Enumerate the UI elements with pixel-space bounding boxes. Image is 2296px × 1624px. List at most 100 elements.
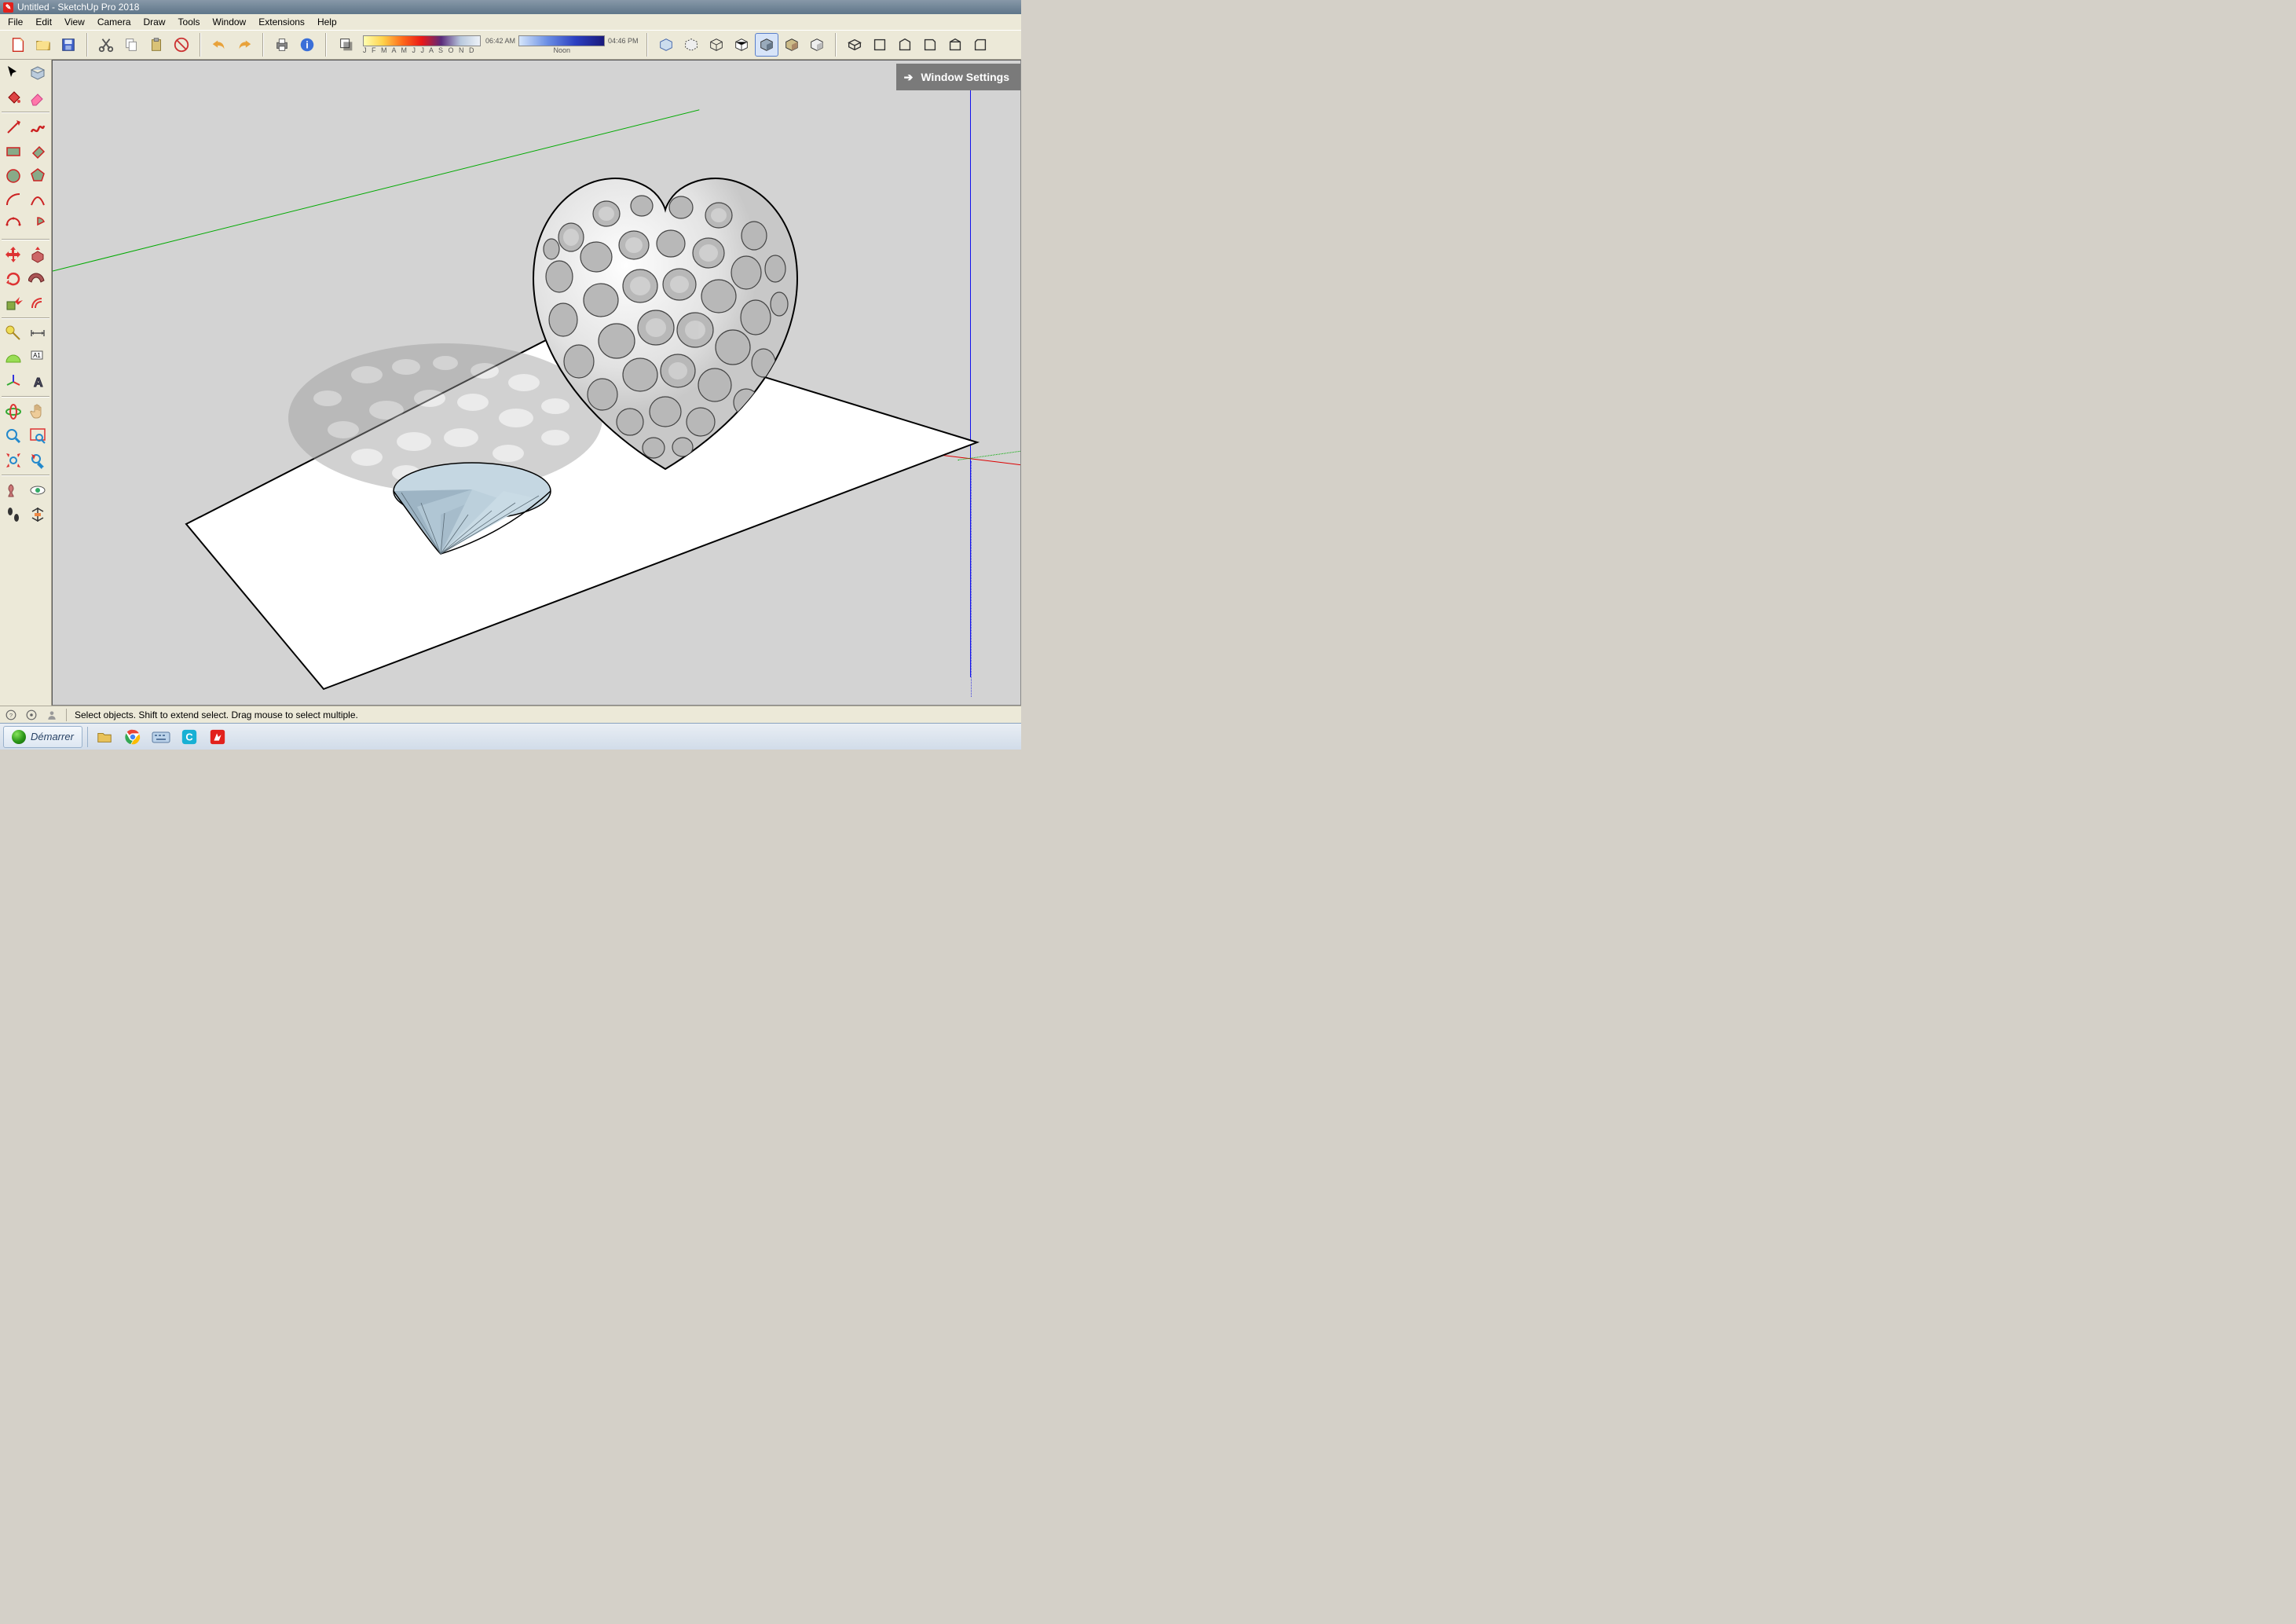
3point-arc-tool[interactable] <box>2 213 25 236</box>
paint-bucket-tool[interactable] <box>2 86 25 109</box>
circle-tool[interactable] <box>2 164 25 188</box>
pie-tool[interactable] <box>26 213 49 236</box>
look-around-tool[interactable] <box>26 478 49 502</box>
iso-view-button[interactable] <box>843 33 866 57</box>
new-file-button[interactable] <box>6 33 30 57</box>
pan-tool[interactable] <box>26 400 49 423</box>
shaded-textures-style-button[interactable] <box>780 33 804 57</box>
arrow-right-icon: ➔ <box>904 71 914 84</box>
select-tool[interactable] <box>2 61 25 85</box>
axes-tool[interactable] <box>2 370 25 394</box>
undo-button[interactable] <box>207 33 231 57</box>
window-settings-panel[interactable]: ➔ Window Settings <box>896 64 1020 90</box>
walk-tool[interactable] <box>2 503 25 526</box>
rotated-rectangle-tool[interactable] <box>26 140 49 163</box>
left-view-button[interactable] <box>969 33 992 57</box>
menu-tools[interactable]: Tools <box>172 15 207 29</box>
taskbar-chrome-icon[interactable] <box>121 726 145 748</box>
zoom-window-tool[interactable] <box>26 424 49 448</box>
print-button[interactable] <box>270 33 294 57</box>
cut-button[interactable] <box>94 33 118 57</box>
orbit-tool[interactable] <box>2 400 25 423</box>
hiddenline-style-button[interactable] <box>730 33 753 57</box>
style-toolbar <box>651 33 832 57</box>
backedges-style-button[interactable] <box>679 33 703 57</box>
title-bar: ✎ Untitled - SketchUp Pro 2018 <box>0 0 1021 14</box>
windows-orb-icon <box>12 730 26 744</box>
freehand-tool[interactable] <box>26 115 49 139</box>
xray-style-button[interactable] <box>654 33 678 57</box>
time-slider[interactable] <box>518 35 605 46</box>
line-tool[interactable] <box>2 115 25 139</box>
month-labels: J F M A M J J A S O N D <box>363 46 481 54</box>
zoom-tool[interactable] <box>2 424 25 448</box>
svg-text:C: C <box>185 731 192 742</box>
2point-arc-tool[interactable] <box>26 189 49 212</box>
make-component-tool[interactable] <box>26 61 49 85</box>
start-button[interactable]: Démarrer <box>3 726 82 748</box>
menu-draw[interactable]: Draw <box>137 15 172 29</box>
person-icon[interactable] <box>46 709 58 721</box>
zoom-extents-tool[interactable] <box>2 449 25 472</box>
status-text: Select objects. Shift to extend select. … <box>75 709 358 720</box>
shadow-toggle-button[interactable] <box>335 33 358 57</box>
svg-text:A1: A1 <box>33 352 41 359</box>
right-view-button[interactable] <box>918 33 942 57</box>
dimension-tool[interactable] <box>26 321 49 345</box>
followme-tool[interactable] <box>26 267 49 291</box>
polygon-tool[interactable] <box>26 164 49 188</box>
taskbar-explorer-icon[interactable] <box>93 726 116 748</box>
arc-tool[interactable] <box>2 189 25 212</box>
open-file-button[interactable] <box>31 33 55 57</box>
back-view-button[interactable] <box>943 33 967 57</box>
wireframe-style-button[interactable] <box>705 33 728 57</box>
section-plane-tool[interactable] <box>26 503 49 526</box>
taskbar-app-c-icon[interactable]: C <box>178 726 201 748</box>
menu-edit[interactable]: Edit <box>29 15 58 29</box>
model-info-button[interactable]: i <box>295 33 319 57</box>
redo-button[interactable] <box>233 33 256 57</box>
menu-window[interactable]: Window <box>207 15 253 29</box>
windows-taskbar: Démarrer C <box>0 723 1021 750</box>
save-file-button[interactable] <box>57 33 80 57</box>
menu-camera[interactable]: Camera <box>91 15 137 29</box>
heart-voronoi-model <box>516 151 815 481</box>
paste-button[interactable] <box>145 33 168 57</box>
views-toolbar <box>840 33 995 57</box>
monochrome-style-button[interactable] <box>805 33 829 57</box>
tools-toolbar: A1 A <box>0 60 52 706</box>
window-settings-label: Window Settings <box>921 71 1009 83</box>
3d-text-tool[interactable]: A <box>26 370 49 394</box>
menu-view[interactable]: View <box>58 15 91 29</box>
3d-viewport[interactable]: ➔ Window Settings <box>52 60 1021 706</box>
menu-file[interactable]: File <box>2 15 29 29</box>
protractor-tool[interactable] <box>2 346 25 369</box>
copy-button[interactable] <box>119 33 143 57</box>
move-tool[interactable] <box>2 243 25 266</box>
taskbar-keyboard-icon[interactable] <box>149 726 173 748</box>
text-tool[interactable]: A1 <box>26 346 49 369</box>
menu-help[interactable]: Help <box>311 15 343 29</box>
date-slider[interactable] <box>363 35 481 46</box>
rotate-tool[interactable] <box>2 267 25 291</box>
scale-tool[interactable] <box>2 291 25 315</box>
offset-tool[interactable] <box>26 291 49 315</box>
status-bar: ? Select objects. Shift to extend select… <box>0 706 1021 723</box>
position-camera-tool[interactable] <box>2 478 25 502</box>
delete-button[interactable] <box>170 33 193 57</box>
front-view-button[interactable] <box>893 33 917 57</box>
svg-text:i: i <box>306 39 309 51</box>
shaded-style-button[interactable] <box>755 33 778 57</box>
top-view-button[interactable] <box>868 33 892 57</box>
help-icon[interactable]: ? <box>5 709 17 721</box>
menu-extensions[interactable]: Extensions <box>252 15 311 29</box>
previous-view-tool[interactable] <box>26 449 49 472</box>
taskbar-sketchup-icon[interactable] <box>206 726 229 748</box>
geo-icon[interactable] <box>25 709 38 721</box>
tape-measure-tool[interactable] <box>2 321 25 345</box>
eraser-tool[interactable] <box>26 86 49 109</box>
time-evening-label: 04:46 PM <box>608 37 639 45</box>
rectangle-tool[interactable] <box>2 140 25 163</box>
svg-text:A: A <box>34 376 43 390</box>
pushpull-tool[interactable] <box>26 243 49 266</box>
